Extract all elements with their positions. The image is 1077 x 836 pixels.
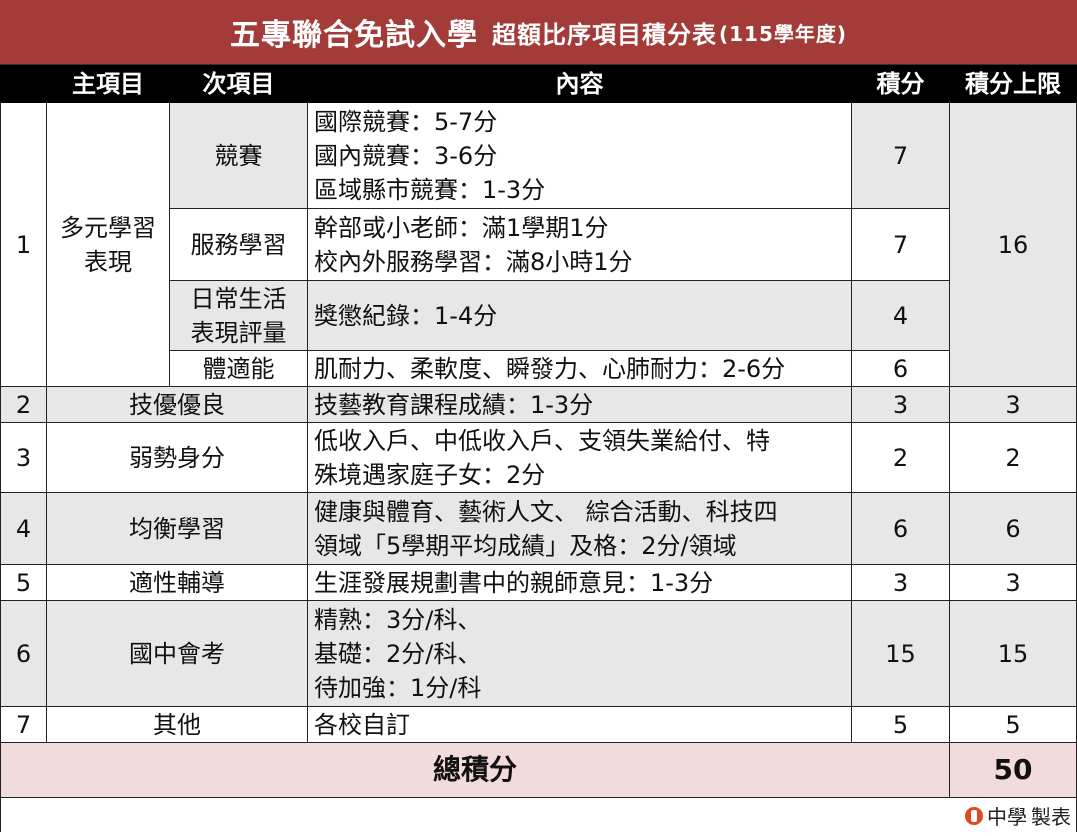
sub-item-line: 體適能 <box>202 354 275 383</box>
main-item-line: 多元學習 <box>60 213 156 242</box>
orange-circle-logo-icon <box>965 806 983 825</box>
content-line: 低收入戶、中低收入戶、支領失業給付、特 <box>314 426 770 455</box>
row-number: 7 <box>0 706 47 743</box>
main-item-cell: 技優優良 <box>46 386 308 423</box>
table-row: 3 弱勢身分 低收入戶、中低收入戶、支領失業給付、特 殊境遇家庭子女：2分 2 … <box>0 422 1077 493</box>
content-line: 幹部或小老師：滿1學期1分 <box>314 213 609 242</box>
limit-cell: 6 <box>949 492 1077 565</box>
content-cell: 各校自訂 <box>307 706 852 743</box>
row-number: 1 <box>0 102 47 387</box>
row-number: 4 <box>0 492 47 565</box>
header-content: 內容 <box>307 65 852 103</box>
header-limit: 積分上限 <box>949 65 1077 103</box>
content-line: 區域縣市競賽：1-3分 <box>314 175 546 204</box>
title-sub: 超額比序項目積分表 <box>491 20 717 49</box>
brand-mark: 中學 製表 <box>965 801 1071 830</box>
header-cell <box>0 65 47 103</box>
content-cell: 幹部或小老師：滿1學期1分 校內外服務學習：滿8小時1分 <box>307 208 852 281</box>
sub-item-cell: 日常生活 表現評量 <box>169 280 308 351</box>
page-title: 五專聯合免試入學 超額比序項目積分表 (115學年度) <box>0 0 1077 65</box>
row-number: 3 <box>0 422 47 493</box>
score-cell: 5 <box>851 706 950 743</box>
content-cell: 國際競賽：5-7分 國內競賽：3-6分 區域縣市競賽：1-3分 <box>307 102 852 209</box>
main-item-cell: 弱勢身分 <box>46 422 308 493</box>
title-main: 五專聯合免試入學 <box>229 18 478 53</box>
header-sub-item: 次項目 <box>169 65 308 103</box>
sub-item-cell: 體適能 <box>169 350 308 387</box>
score-cell: 15 <box>851 600 950 707</box>
content-line: 基礎：2分/科、 <box>314 639 482 668</box>
score-cell: 7 <box>851 208 950 281</box>
score-cell: 6 <box>851 350 950 387</box>
main-item-cell: 多元學習 表現 <box>46 102 170 387</box>
main-item-cell: 其他 <box>46 706 308 743</box>
limit-cell: 2 <box>949 422 1077 493</box>
table-header-row: 主項目 次項目 內容 積分 積分上限 <box>0 65 1077 103</box>
main-item-cell: 國中會考 <box>46 600 308 707</box>
header-main-item: 主項目 <box>46 65 170 103</box>
title-year: (115學年度) <box>718 21 848 46</box>
content-cell: 健康與體育、藝術人文、 綜合活動、科技四 領域「5學期平均成績」及格：2分/領域 <box>307 492 852 565</box>
content-line: 健康與體育、藝術人文、 綜合活動、科技四 <box>314 497 778 526</box>
score-cell: 4 <box>851 280 950 351</box>
content-line: 生涯發展規劃書中的親師意見：1-3分 <box>314 568 714 597</box>
limit-cell: 3 <box>949 386 1077 423</box>
score-cell: 7 <box>851 102 950 209</box>
table-row: 2 技優優良 技藝教育課程成績：1-3分 3 3 <box>0 386 1077 423</box>
sub-item-cell: 服務學習 <box>169 208 308 281</box>
content-cell: 肌耐力、柔軟度、瞬發力、心肺耐力：2-6分 <box>307 350 852 387</box>
main-item-cell: 均衡學習 <box>46 492 308 565</box>
score-table: 主項目 次項目 內容 積分 積分上限 1 多元學習 表現 競賽 國際競賽：5-7… <box>0 65 1077 832</box>
score-cell: 3 <box>851 386 950 423</box>
table-row: 5 適性輔導 生涯發展規劃書中的親師意見：1-3分 3 3 <box>0 564 1077 601</box>
footer-cell <box>0 797 1077 832</box>
total-value: 50 <box>949 742 1077 798</box>
footer-row <box>0 797 1077 832</box>
score-cell: 6 <box>851 492 950 565</box>
content-cell: 技藝教育課程成績：1-3分 <box>307 386 852 423</box>
main-item-line: 表現 <box>84 247 132 276</box>
table-row: 1 多元學習 表現 競賽 國際競賽：5-7分 國內競賽：3-6分 區域縣市競賽：… <box>0 102 1077 387</box>
row-number: 2 <box>0 386 47 423</box>
row-number: 6 <box>0 600 47 707</box>
limit-cell: 3 <box>949 564 1077 601</box>
content-line: 校內外服務學習：滿8小時1分 <box>314 247 633 276</box>
table-row: 4 均衡學習 健康與體育、藝術人文、 綜合活動、科技四 領域「5學期平均成績」及… <box>0 492 1077 565</box>
brand-name: 中學 <box>987 805 1027 829</box>
main-item-cell: 適性輔導 <box>46 564 308 601</box>
content-line: 殊境遇家庭子女：2分 <box>314 460 546 489</box>
content-line: 國際競賽：5-7分 <box>314 107 498 136</box>
total-row: 總積分 50 <box>0 742 1077 798</box>
sub-item-line: 競賽 <box>214 141 263 170</box>
table-row: 6 國中會考 精熟：3分/科、 基礎：2分/科、 待加強：1分/科 15 15 <box>0 600 1077 707</box>
limit-cell: 5 <box>949 706 1077 743</box>
content-cell: 精熟：3分/科、 基礎：2分/科、 待加強：1分/科 <box>307 600 852 707</box>
content-cell: 低收入戶、中低收入戶、支領失業給付、特 殊境遇家庭子女：2分 <box>307 422 852 493</box>
content-cell: 獎懲紀錄：1-4分 <box>307 280 852 351</box>
header-score: 積分 <box>851 65 950 103</box>
row-number: 5 <box>0 564 47 601</box>
content-line: 肌耐力、柔軟度、瞬發力、心肺耐力：2-6分 <box>314 354 786 383</box>
total-label: 總積分 <box>0 742 950 798</box>
sub-item-line: 表現評量 <box>190 318 287 347</box>
content-line: 領域「5學期平均成績」及格：2分/領域 <box>314 531 737 560</box>
score-cell: 2 <box>851 422 950 493</box>
content-line: 獎懲紀錄：1-4分 <box>314 301 498 330</box>
brand-suffix: 製表 <box>1031 805 1071 829</box>
limit-cell: 16 <box>949 102 1077 387</box>
score-table-page: 五專聯合免試入學 超額比序項目積分表 (115學年度) 主項目 次項目 內容 積… <box>0 0 1077 836</box>
table-row: 7 其他 各校自訂 5 5 <box>0 706 1077 743</box>
sub-item-line: 服務學習 <box>190 230 287 259</box>
content-cell: 生涯發展規劃書中的親師意見：1-3分 <box>307 564 852 601</box>
content-line: 國內競賽：3-6分 <box>314 141 498 170</box>
content-line: 各校自訂 <box>314 710 410 739</box>
sub-item-line: 日常生活 <box>190 284 287 313</box>
content-line: 技藝教育課程成績：1-3分 <box>314 390 594 419</box>
limit-cell: 15 <box>949 600 1077 707</box>
score-cell: 3 <box>851 564 950 601</box>
sub-item-cell: 競賽 <box>169 102 308 209</box>
content-line: 待加強：1分/科 <box>314 673 482 702</box>
content-line: 精熟：3分/科、 <box>314 605 482 634</box>
